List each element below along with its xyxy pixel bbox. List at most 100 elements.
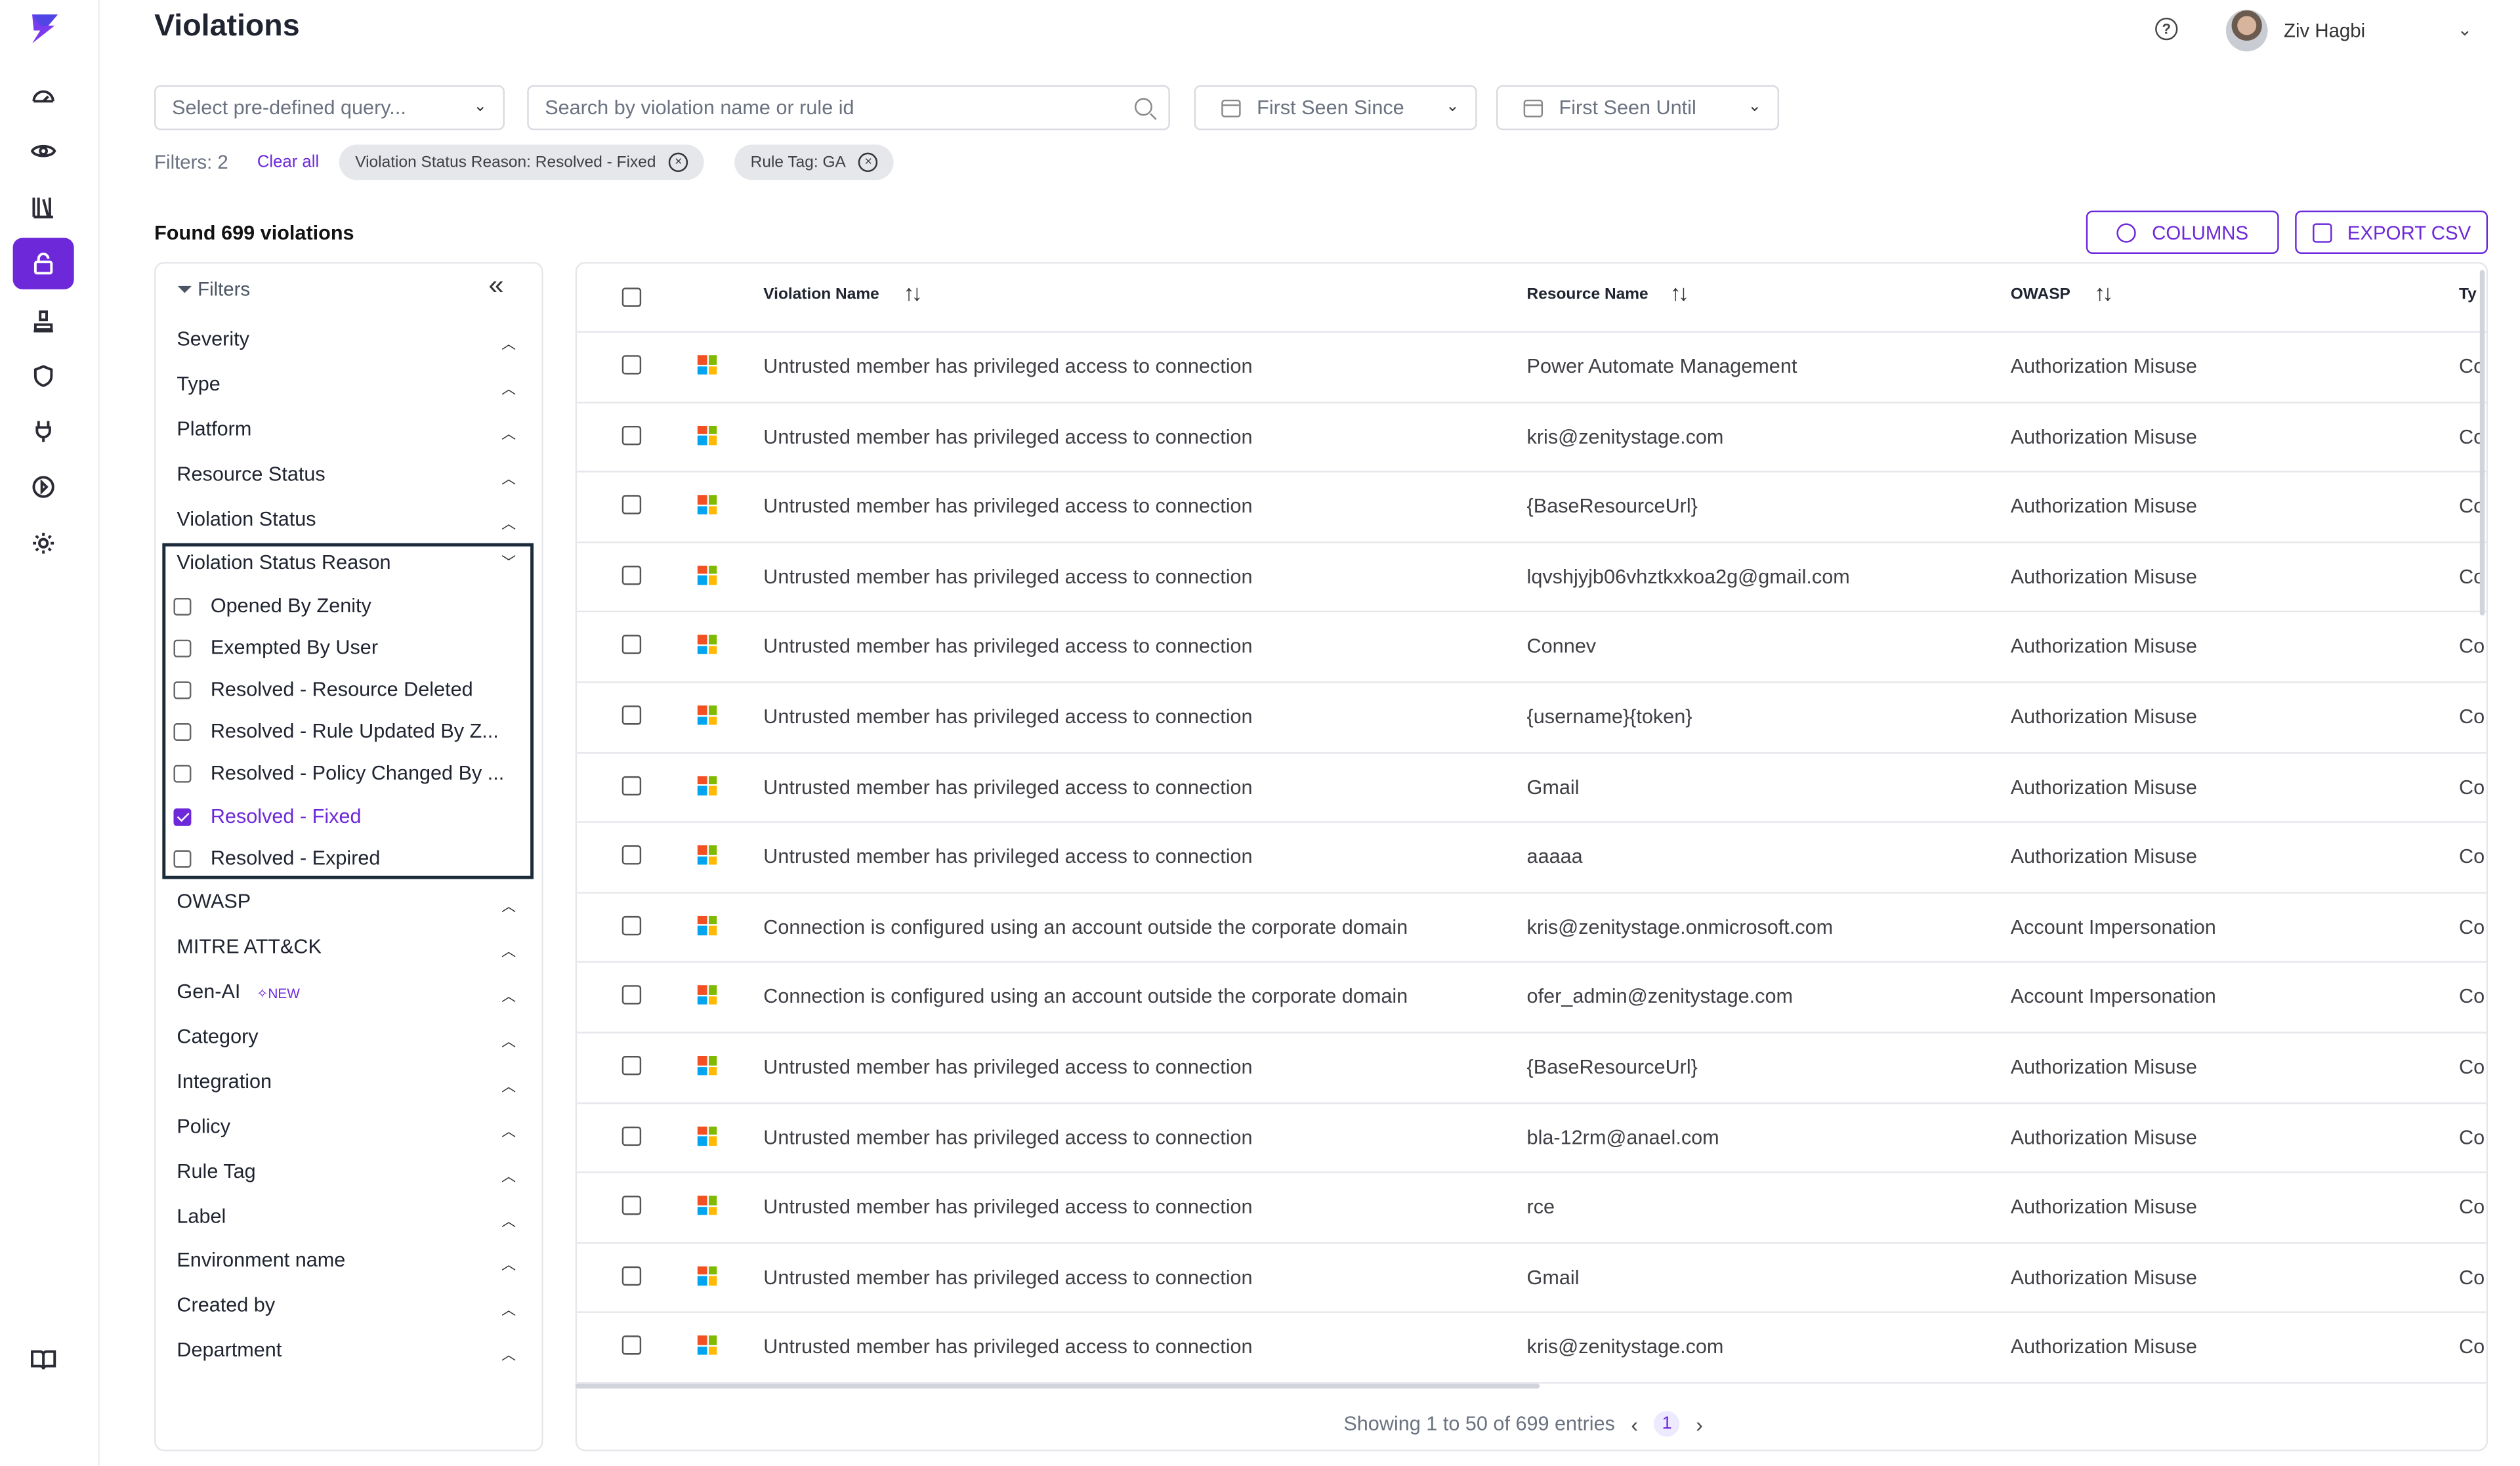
row-checkbox[interactable]: [621, 845, 642, 866]
select-all-checkbox[interactable]: [621, 287, 642, 307]
row-checkbox[interactable]: [621, 425, 642, 445]
chevron-up-icon[interactable]: ︿: [501, 378, 516, 399]
checkbox[interactable]: [173, 764, 192, 782]
table-row[interactable]: Untrusted member has privileged access t…: [577, 612, 2487, 683]
stamp-icon[interactable]: [13, 296, 74, 347]
zenity-logo-icon[interactable]: [26, 11, 61, 47]
chevron-up-icon[interactable]: ︿: [501, 333, 516, 354]
checkbox[interactable]: [173, 597, 192, 615]
eye-icon[interactable]: [13, 125, 74, 177]
dashboard-icon[interactable]: [13, 71, 74, 122]
table-row[interactable]: Untrusted member has privileged access t…: [577, 1032, 2487, 1104]
table-row[interactable]: Untrusted member has privileged access t…: [577, 1172, 2487, 1244]
gear-icon[interactable]: [13, 518, 74, 569]
violations-icon[interactable]: [12, 238, 74, 289]
play-icon[interactable]: [13, 461, 74, 513]
violation-name[interactable]: Untrusted member has privileged access t…: [763, 355, 1252, 377]
clear-all-link[interactable]: Clear all: [257, 153, 319, 172]
sort-icon[interactable]: ↑↓: [2094, 280, 2113, 305]
filter-option[interactable]: Exempted By User: [173, 637, 378, 659]
close-icon[interactable]: ×: [669, 152, 688, 173]
filter-section-violation-status-reason[interactable]: Violation Status Reason: [177, 551, 390, 574]
table-row[interactable]: Connection is configured using an accoun…: [577, 961, 2487, 1034]
row-checkbox[interactable]: [621, 355, 642, 375]
chevron-left-icon[interactable]: ‹: [1631, 1412, 1638, 1436]
vertical-scrollbar[interactable]: [2479, 270, 2485, 616]
row-checkbox[interactable]: [621, 635, 642, 655]
filter-section-policy[interactable]: Policy: [177, 1116, 230, 1138]
collapse-panel-icon[interactable]: «: [488, 270, 503, 302]
checkbox[interactable]: [173, 722, 192, 740]
user-name[interactable]: Ziv Hagbi: [2284, 19, 2365, 41]
chevron-up-icon[interactable]: ︿: [501, 468, 516, 489]
filter-option[interactable]: Resolved - Expired: [173, 847, 380, 869]
filter-section-type[interactable]: Type: [177, 373, 220, 395]
shield-icon[interactable]: [13, 350, 74, 402]
table-row[interactable]: Untrusted member has privileged access t…: [577, 1102, 2487, 1173]
chevron-up-icon[interactable]: ︿: [501, 1210, 516, 1231]
filter-option[interactable]: Resolved - Policy Changed By ...: [173, 762, 504, 784]
table-row[interactable]: Untrusted member has privileged access t…: [577, 681, 2487, 753]
table-row[interactable]: Untrusted member has privileged access t…: [577, 401, 2487, 473]
col-resource-name[interactable]: Resource Name: [1527, 286, 1648, 304]
col-type[interactable]: Ty: [2459, 286, 2477, 304]
row-checkbox[interactable]: [621, 1125, 642, 1146]
violation-name[interactable]: Untrusted member has privileged access t…: [763, 566, 1252, 588]
export-csv-button[interactable]: EXPORT CSV: [2295, 210, 2488, 254]
book-icon[interactable]: [13, 1334, 74, 1385]
first-seen-until-select[interactable]: First Seen Until ⌄: [1496, 85, 1780, 131]
chevron-up-icon[interactable]: ︿: [501, 1299, 516, 1320]
table-row[interactable]: Connection is configured using an accoun…: [577, 892, 2487, 963]
help-icon[interactable]: ?: [2155, 17, 2178, 41]
chevron-up-icon[interactable]: ︿: [501, 1253, 516, 1274]
table-row[interactable]: Untrusted member has privileged access t…: [577, 1242, 2487, 1314]
violation-name[interactable]: Untrusted member has privileged access t…: [763, 635, 1252, 658]
chevron-up-icon[interactable]: ︿: [501, 1165, 516, 1186]
chevron-up-icon[interactable]: ︿: [501, 1343, 516, 1364]
row-checkbox[interactable]: [621, 705, 642, 725]
filter-section-resource-status[interactable]: Resource Status: [177, 463, 325, 485]
chevron-up-icon[interactable]: ︿: [501, 985, 516, 1006]
chevron-right-icon[interactable]: ›: [1696, 1412, 1703, 1436]
row-checkbox[interactable]: [621, 1055, 642, 1076]
filter-section-category[interactable]: Category: [177, 1025, 258, 1047]
violation-name[interactable]: Untrusted member has privileged access t…: [763, 1266, 1252, 1288]
chevron-up-icon[interactable]: ︿: [501, 513, 516, 534]
violation-name[interactable]: Untrusted member has privileged access t…: [763, 495, 1252, 518]
filter-option[interactable]: Resolved - Rule Updated By Z...: [173, 720, 499, 742]
first-seen-since-select[interactable]: First Seen Since ⌄: [1194, 85, 1477, 131]
checkbox[interactable]: [173, 849, 192, 868]
chevron-up-icon[interactable]: ︿: [501, 423, 516, 444]
violation-name[interactable]: Untrusted member has privileged access t…: [763, 1126, 1252, 1148]
violation-name[interactable]: Untrusted member has privileged access t…: [763, 1056, 1252, 1078]
filter-option[interactable]: Resolved - Resource Deleted: [173, 678, 473, 701]
row-checkbox[interactable]: [621, 1266, 642, 1286]
predefined-query-select[interactable]: Select pre-defined query... ⌄: [154, 85, 505, 131]
filter-section-rule-tag[interactable]: Rule Tag: [177, 1160, 255, 1183]
chevron-up-icon[interactable]: ︿: [501, 895, 516, 916]
table-row[interactable]: Untrusted member has privileged access t…: [577, 822, 2487, 893]
col-owasp[interactable]: OWASP: [2011, 286, 2070, 304]
chevron-up-icon[interactable]: ︿: [501, 1030, 516, 1051]
filter-section-department[interactable]: Department: [177, 1339, 282, 1361]
close-icon[interactable]: ×: [858, 152, 878, 173]
table-row[interactable]: Untrusted member has privileged access t…: [577, 471, 2487, 543]
violation-name[interactable]: Untrusted member has privileged access t…: [763, 1336, 1252, 1358]
filter-section-violation-status[interactable]: Violation Status: [177, 508, 316, 530]
row-checkbox[interactable]: [621, 1336, 642, 1356]
search-input[interactable]: Search by violation name or rule id: [527, 85, 1170, 131]
checkbox[interactable]: [173, 639, 192, 657]
filter-section-owasp[interactable]: OWASP: [177, 890, 251, 913]
filter-section-gen-ai[interactable]: Gen-AI ✧NEW: [177, 980, 300, 1003]
avatar[interactable]: [2225, 9, 2268, 52]
filter-section-created-by[interactable]: Created by: [177, 1293, 275, 1316]
violation-name[interactable]: Connection is configured using an accoun…: [763, 915, 1408, 938]
table-row[interactable]: Untrusted member has privileged access t…: [577, 751, 2487, 824]
sort-icon[interactable]: ↑↓: [903, 280, 922, 305]
filter-option[interactable]: Opened By Zenity: [173, 595, 371, 617]
violation-name[interactable]: Untrusted member has privileged access t…: [763, 1196, 1252, 1219]
violation-name[interactable]: Untrusted member has privileged access t…: [763, 846, 1252, 868]
violation-name[interactable]: Connection is configured using an accoun…: [763, 986, 1408, 1008]
row-checkbox[interactable]: [621, 986, 642, 1005]
chevron-up-icon[interactable]: ︿: [501, 1120, 516, 1141]
